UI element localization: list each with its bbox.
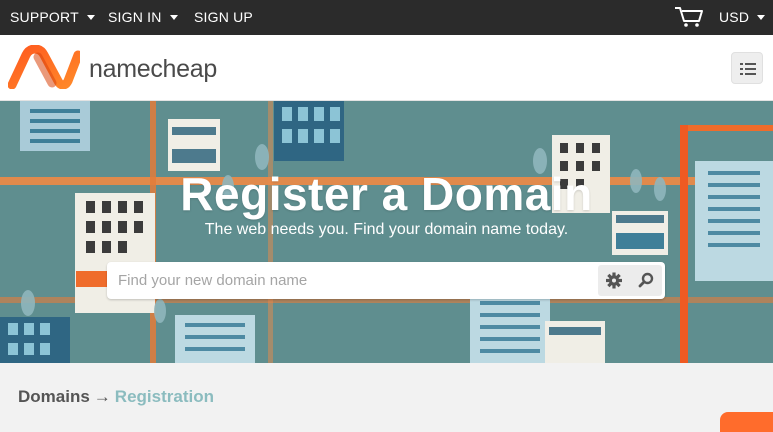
chat-tab[interactable] (720, 412, 773, 432)
currency-label: USD (719, 9, 750, 25)
menu-icon[interactable] (731, 52, 763, 84)
support-menu[interactable]: SUPPORT (10, 0, 95, 35)
breadcrumb: Domains → Registration (18, 387, 214, 407)
currency-menu[interactable]: USD (719, 0, 766, 35)
top-bar: SUPPORT SIGN IN SIGN UP USD (0, 0, 773, 35)
search-icon[interactable] (630, 265, 662, 296)
domain-search-box (107, 262, 665, 299)
search-buttons (598, 265, 662, 296)
chevron-down-icon (757, 14, 766, 20)
namecheap-logo-icon[interactable] (7, 44, 83, 90)
support-label: SUPPORT (10, 9, 79, 25)
sign-up-label: SIGN UP (194, 9, 253, 25)
hero-subtitle: The web needs you. Find your domain name… (204, 221, 569, 238)
sign-in-label: SIGN IN (108, 9, 162, 25)
breadcrumb-separator: → (93, 387, 111, 406)
domain-search-input[interactable] (107, 262, 597, 299)
site-header: namecheap (0, 35, 773, 101)
chevron-down-icon (169, 14, 178, 20)
cart-icon[interactable] (674, 6, 704, 28)
sign-in-menu[interactable]: SIGN IN (108, 0, 178, 35)
breadcrumb-registration: Registration (114, 387, 214, 406)
hero-banner: Register a Domain The web needs you. Fin… (0, 101, 773, 363)
sign-up-link[interactable]: SIGN UP (194, 0, 253, 35)
hero-title: Register a Domain (180, 168, 593, 220)
chevron-down-icon (86, 14, 95, 20)
breadcrumb-area: Domains → Registration (0, 363, 773, 432)
breadcrumb-domains[interactable]: Domains (18, 387, 90, 406)
gear-icon[interactable] (598, 265, 630, 296)
logo-text[interactable]: namecheap (89, 55, 217, 84)
